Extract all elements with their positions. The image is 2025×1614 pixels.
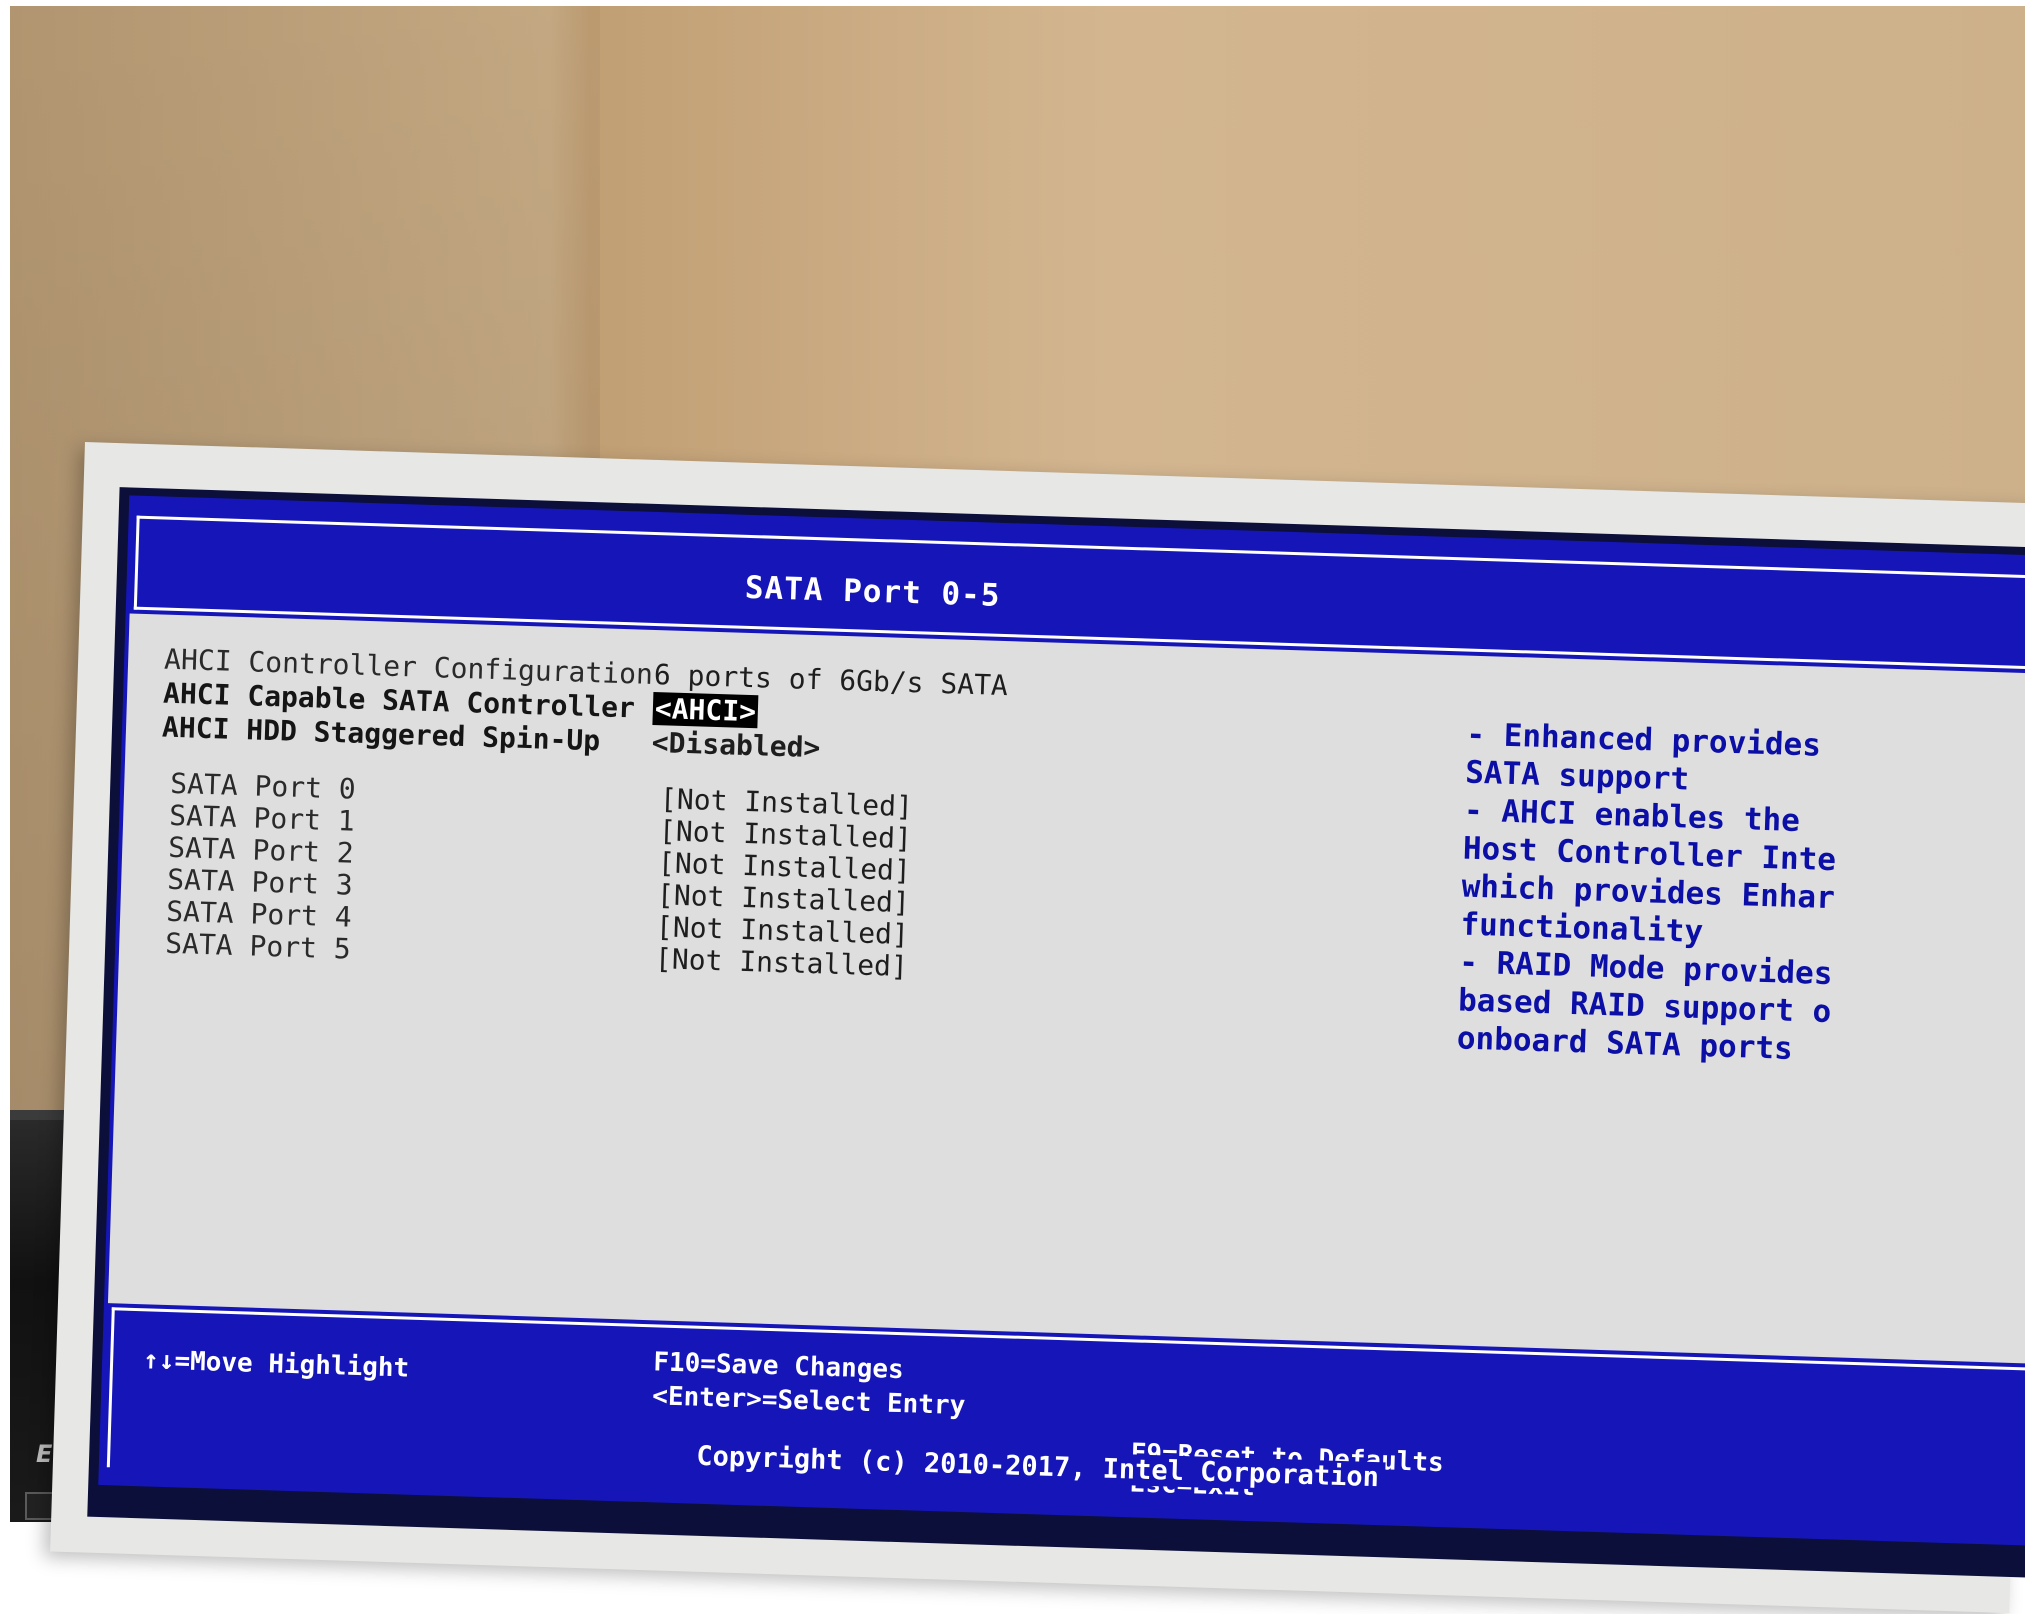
footer-move-hint: ↑↓=Move Highlight [142, 1345, 410, 1384]
port-status: [Not Installed] [654, 942, 909, 984]
settings-panel: AHCI Controller Configuration 6 ports of… [107, 613, 2025, 1365]
bios-screen: SATA Port 0-5 AHCI Controller Configurat… [98, 495, 2025, 1546]
help-text: - Enhanced provides SATA support - AHCI … [1456, 716, 1837, 1067]
port-label: SATA Port 5 [164, 926, 352, 966]
selected-option[interactable]: <AHCI> [652, 691, 759, 729]
setting-value-staggered-spinup[interactable]: <Disabled> [651, 726, 821, 764]
setting-value-sata-controller[interactable]: <AHCI> [652, 691, 759, 729]
footer-select-hint: <Enter>=Select Entry [651, 1381, 966, 1422]
footer-save-hint: F10=Save Changes [652, 1347, 905, 1386]
monitor-bezel: SATA Port 0-5 AHCI Controller Configurat… [50, 442, 2025, 1614]
